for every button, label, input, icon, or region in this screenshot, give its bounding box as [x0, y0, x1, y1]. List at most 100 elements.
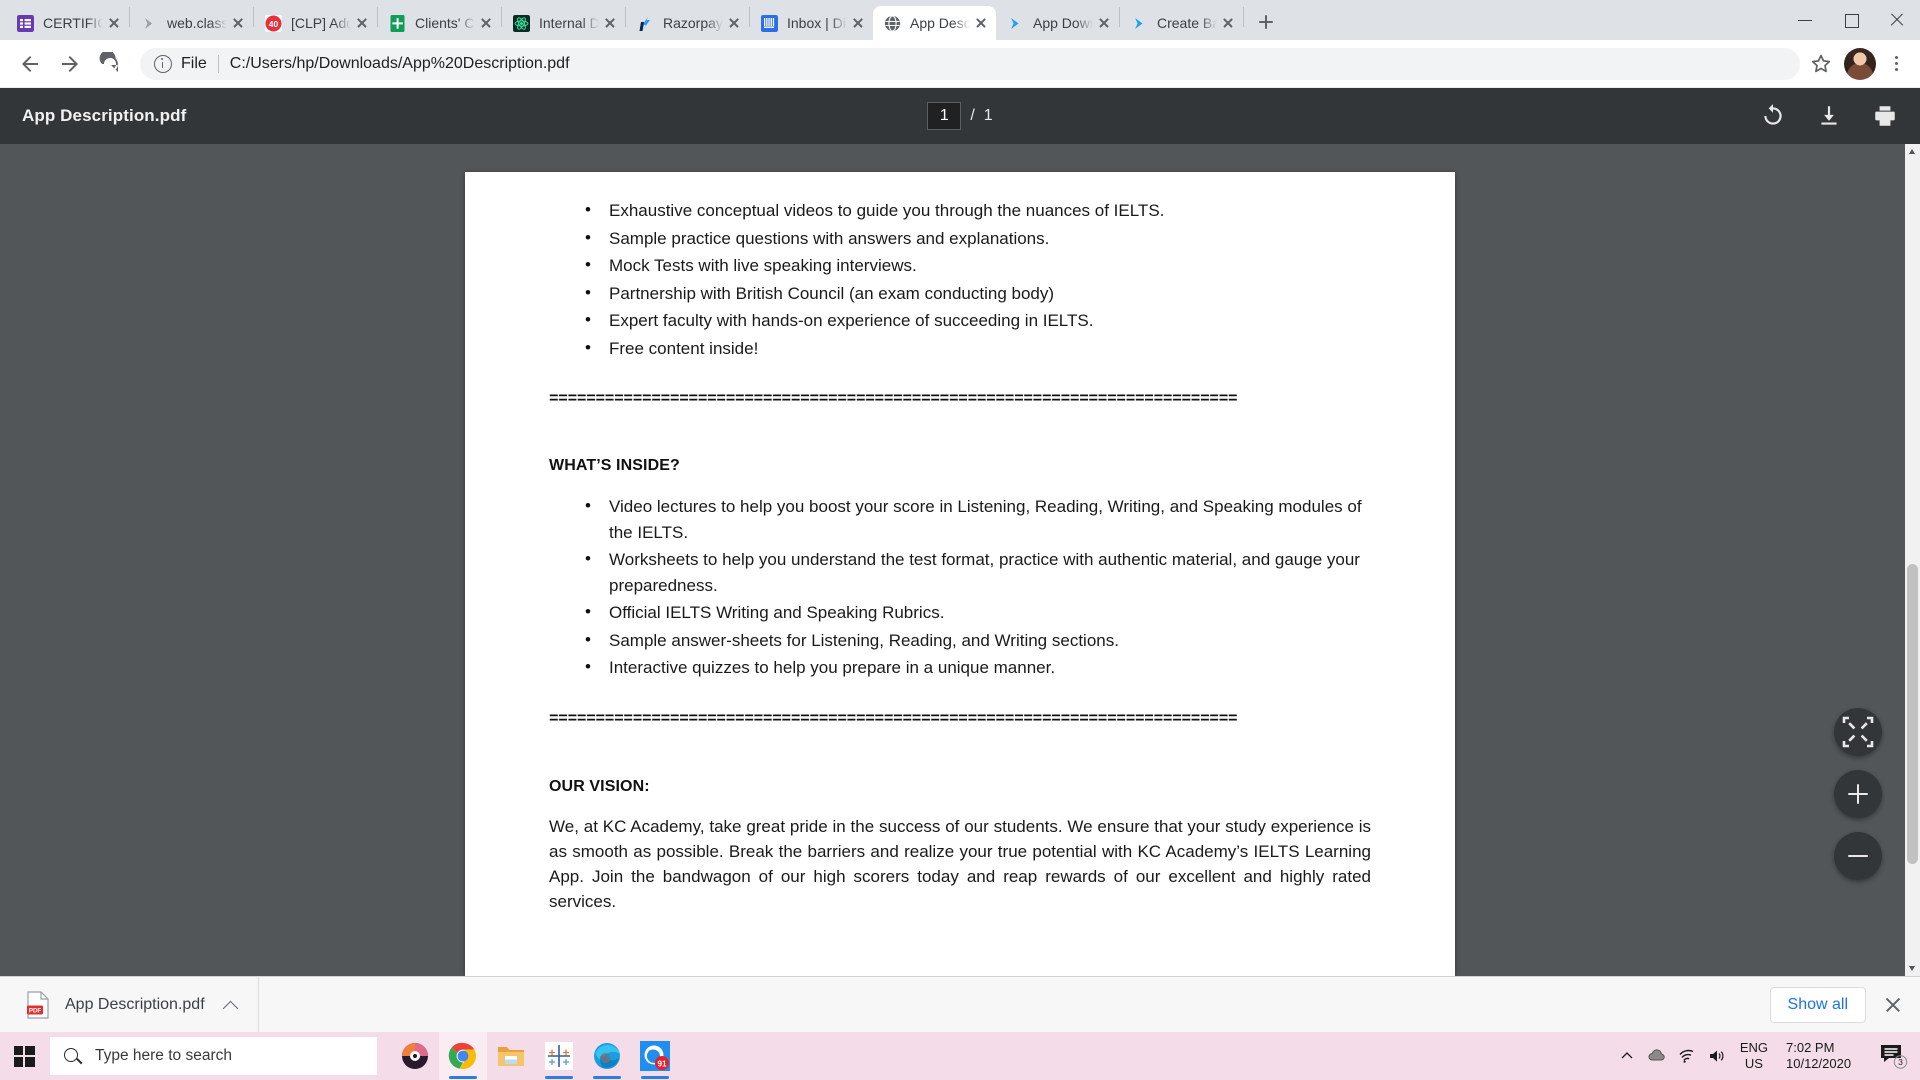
tab-close-icon[interactable] [1219, 14, 1237, 32]
clock[interactable]: 7:02 PM 10/12/2020 [1776, 1040, 1872, 1072]
scroll-down-arrow-icon[interactable] [1905, 961, 1920, 976]
forward-arrow-icon[interactable] [54, 48, 86, 80]
vision-heading: OUR VISION: [549, 777, 650, 795]
pdf-scrollbar-thumb[interactable] [1907, 564, 1918, 864]
microsoft-edge-icon[interactable] [583, 1032, 631, 1080]
list-item: Free content inside! [549, 335, 1371, 362]
list-item: Official IELTS Writing and Speaking Rubr… [549, 599, 1371, 626]
tab-close-icon[interactable] [725, 14, 743, 32]
download-file-name: App Description.pdf [65, 995, 205, 1013]
maximize-icon[interactable] [1828, 3, 1874, 37]
list-item: Worksheets to help you understand the te… [549, 546, 1371, 598]
tableau-icon[interactable] [535, 1032, 583, 1080]
browser-tab-clp-add-iss[interactable]: 40 [CLP] Add Iss [254, 6, 377, 40]
browser-tab-certificate[interactable]: CERTIFICATE [6, 6, 129, 40]
tab-title: App Downlo [1033, 15, 1093, 31]
address-bar[interactable]: File C:/Users/hp/Downloads/App%20Descrip… [140, 47, 1800, 80]
minimize-icon[interactable] [1782, 3, 1828, 37]
browser-tab-app-download[interactable]: App Downlo [996, 6, 1119, 40]
google-chrome-icon[interactable] [439, 1032, 487, 1080]
chevron-up-icon[interactable] [220, 994, 242, 1016]
rotate-icon[interactable] [1760, 103, 1786, 129]
whats-inside-list: Video lectures to help you boost your sc… [549, 493, 1371, 681]
fit-to-page-icon[interactable] [1834, 708, 1882, 756]
avatar[interactable] [1844, 47, 1876, 80]
download-bar-actions: Show all [1769, 986, 1906, 1023]
new-tab-button[interactable] [1250, 6, 1282, 38]
pdf-zoom-controls [1834, 708, 1882, 880]
tab-title: Razorpay Da [663, 15, 723, 31]
reload-icon[interactable] [94, 48, 126, 80]
list-item: Mock Tests with live speaking interviews… [549, 252, 1371, 279]
clock-date: 10/12/2020 [1786, 1056, 1852, 1071]
pdf-page: Exhaustive conceptual videos to guide yo… [465, 172, 1455, 976]
search-placeholder: Type here to search [95, 1047, 232, 1064]
pdf-toolbar: App Description.pdf 1 / 1 [0, 88, 1920, 144]
badge-40-red-icon: 40 [265, 14, 282, 32]
browser-toolbar: File C:/Users/hp/Downloads/App%20Descrip… [0, 40, 1920, 88]
features-list: Exhaustive conceptual videos to guide yo… [549, 197, 1371, 362]
tab-close-icon[interactable] [1095, 14, 1113, 32]
tab-close-icon[interactable] [353, 14, 371, 32]
whats-inside-heading: WHAT’S INSIDE? [549, 457, 680, 474]
browser-tab-web-classplus[interactable]: web.classplu [130, 6, 253, 40]
scroll-up-arrow-icon[interactable] [1905, 144, 1920, 159]
tab-close-icon[interactable] [105, 14, 123, 32]
close-icon[interactable] [1874, 3, 1920, 37]
pdf-scrollbar[interactable] [1905, 144, 1920, 976]
browser-tab-razorpay-dashboard[interactable]: Razorpay Da [626, 6, 749, 40]
list-item: Video lectures to help you boost your sc… [549, 493, 1371, 545]
info-icon[interactable] [154, 54, 172, 73]
back-arrow-icon[interactable] [14, 48, 46, 80]
section-divider-1: ========================================… [549, 390, 1238, 408]
pdf-file-icon: PDF [26, 990, 50, 1019]
zoom-out-button[interactable] [1834, 832, 1882, 880]
pdf-pager: 1 / 1 [0, 88, 1920, 144]
pdf-scroll-area[interactable]: Exhaustive conceptual videos to guide yo… [0, 144, 1920, 976]
download-item[interactable]: PDF App Description.pdf [14, 983, 258, 1027]
browser-tab-create-batch[interactable]: Create Batch [1120, 6, 1243, 40]
browser-tab-app-description[interactable]: App Descrip [873, 6, 996, 40]
page-total: 1 [983, 107, 993, 124]
clock-time: 7:02 PM [1786, 1040, 1835, 1055]
speaker-icon[interactable] [1702, 1032, 1732, 1080]
action-center-icon[interactable]: 3 [1872, 1032, 1916, 1080]
taskbar-search-input[interactable]: Type here to search [50, 1037, 377, 1075]
tab-close-icon[interactable] [601, 14, 619, 32]
language-indicator[interactable]: ENG US [1732, 1040, 1776, 1072]
chevron-blue-icon [1007, 15, 1024, 32]
mail-blue-icon [761, 14, 778, 32]
whatsapp-icon[interactable]: 91 [631, 1032, 679, 1080]
wifi-icon[interactable] [1672, 1032, 1702, 1080]
razorpay-blue-icon [637, 15, 654, 32]
print-icon[interactable] [1872, 103, 1898, 129]
tab-close-icon[interactable] [229, 14, 247, 32]
pdf-actions [1760, 88, 1898, 144]
download-icon[interactable] [1816, 103, 1842, 129]
kebab-menu-icon[interactable] [1882, 48, 1910, 80]
address-divider [217, 54, 219, 73]
browser-tab-inbox-digit[interactable]: Inbox | Digit [750, 6, 873, 40]
list-item: Sample answer-sheets for Listening, Read… [549, 627, 1371, 654]
show-all-downloads-button[interactable]: Show all [1769, 986, 1866, 1023]
star-icon[interactable] [1808, 51, 1834, 77]
tab-close-icon[interactable] [477, 14, 495, 32]
cloud-icon[interactable] [1642, 1032, 1672, 1080]
tab-close-icon[interactable] [972, 14, 990, 32]
tab-title: App Descrip [910, 15, 970, 31]
file-explorer-icon[interactable] [487, 1032, 535, 1080]
windows-logo-icon[interactable] [0, 1032, 48, 1080]
list-item: Interactive quizzes to help you prepare … [549, 654, 1371, 681]
browser-tab-clients-csm[interactable]: Clients' CSM [378, 6, 501, 40]
close-icon[interactable] [1880, 992, 1906, 1018]
browser-tab-internal-dashboard[interactable]: Internal Das [502, 6, 625, 40]
chevron-up-icon[interactable] [1612, 1032, 1642, 1080]
sheets-green-icon [389, 14, 406, 32]
language-line-1: ENG [1739, 1040, 1768, 1055]
notification-count: 3 [1898, 1057, 1903, 1067]
page-number-input[interactable]: 1 [927, 102, 962, 130]
tab-close-icon[interactable] [849, 14, 867, 32]
groove-music-icon[interactable] [391, 1032, 439, 1080]
zoom-in-button[interactable] [1834, 770, 1882, 818]
taskbar-apps: 91 [391, 1032, 679, 1080]
